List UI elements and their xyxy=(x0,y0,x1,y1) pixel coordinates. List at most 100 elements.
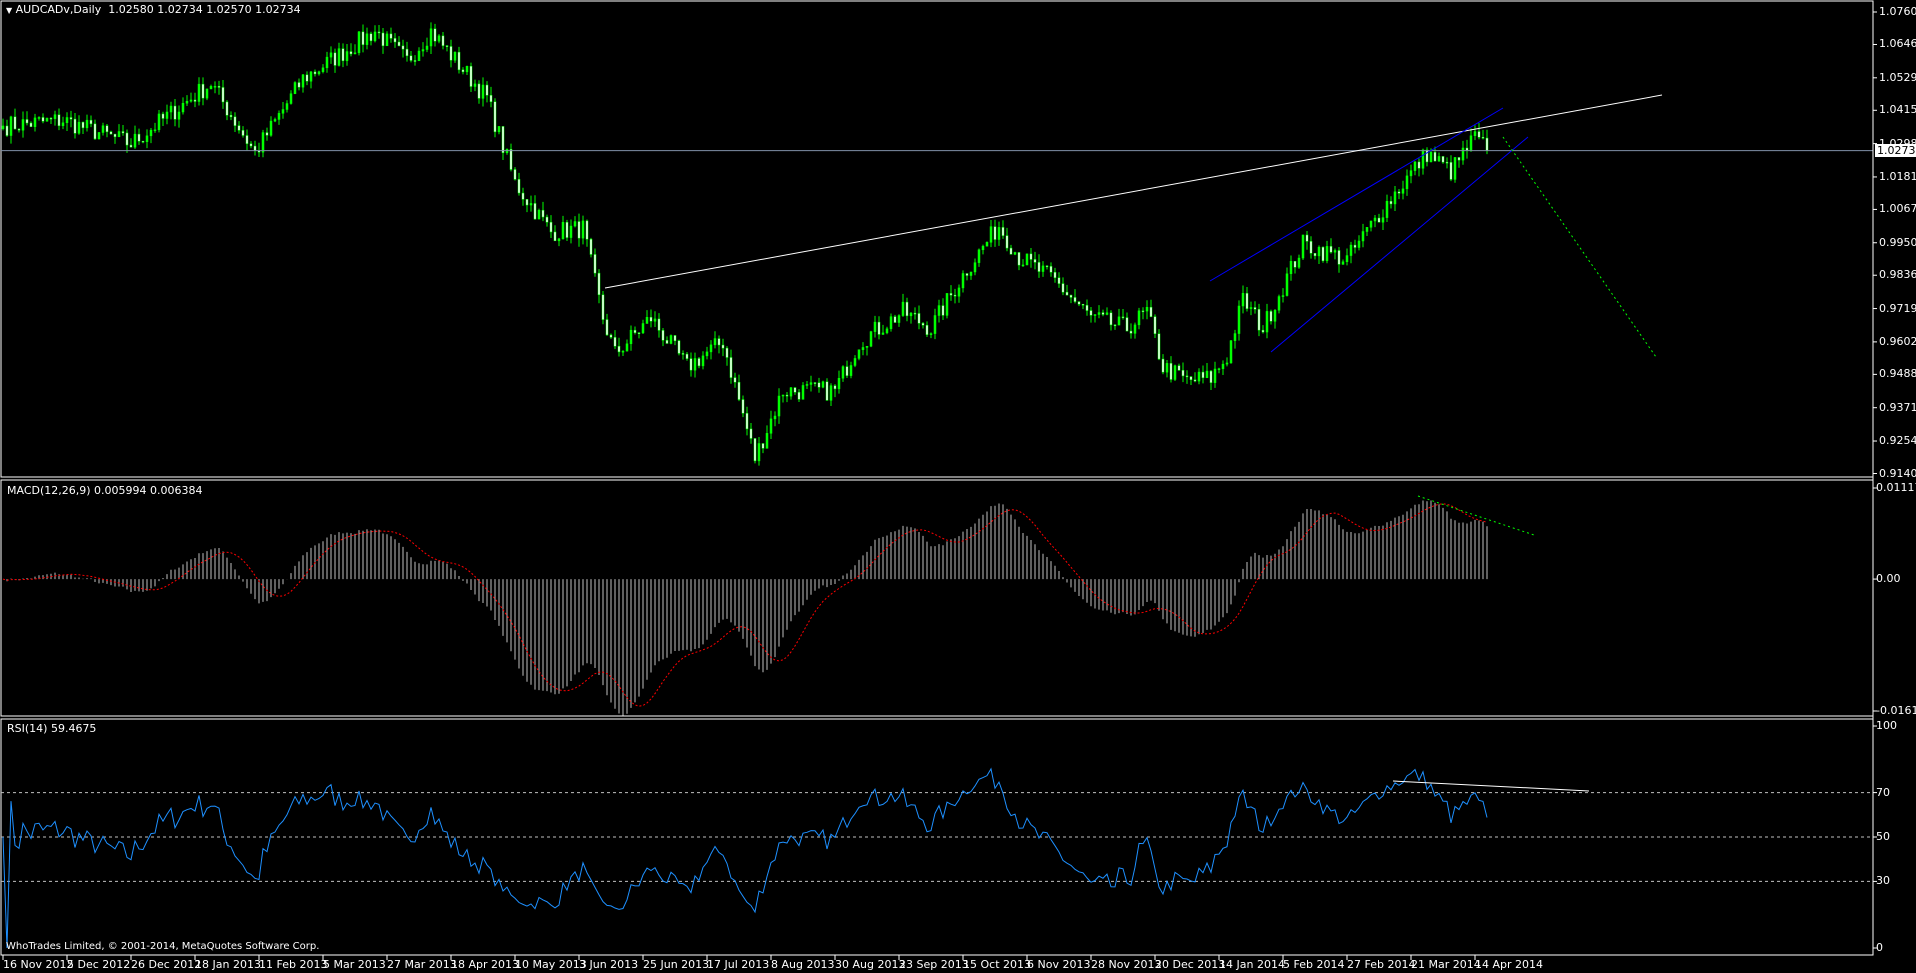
candle xyxy=(1137,310,1141,326)
candle xyxy=(941,305,945,316)
candle xyxy=(85,119,89,129)
candle xyxy=(393,38,397,43)
candle xyxy=(1313,253,1317,257)
candle xyxy=(921,323,925,326)
candle xyxy=(537,209,541,220)
candle xyxy=(49,117,53,120)
candle xyxy=(357,31,361,54)
candle xyxy=(437,35,441,42)
resistance-trendline[interactable] xyxy=(604,94,1663,289)
candle xyxy=(541,209,545,218)
candle xyxy=(681,353,685,355)
candle xyxy=(285,103,289,110)
candle xyxy=(1041,265,1045,272)
candle xyxy=(981,245,985,251)
candle xyxy=(65,117,69,124)
rsi-trendline[interactable] xyxy=(1392,780,1590,792)
candle xyxy=(457,51,461,71)
candle xyxy=(245,135,249,144)
candle xyxy=(597,272,601,296)
candle xyxy=(1337,250,1341,265)
candle xyxy=(513,169,517,180)
candle xyxy=(1157,333,1161,360)
candle xyxy=(777,395,781,417)
candle xyxy=(1233,333,1237,341)
candle xyxy=(97,132,101,140)
candle xyxy=(1077,301,1081,305)
candle xyxy=(197,83,201,102)
candle xyxy=(769,418,773,434)
candle xyxy=(957,287,961,297)
candle xyxy=(1297,257,1301,268)
candle xyxy=(1285,273,1289,296)
candle xyxy=(293,82,297,94)
projection-line[interactable] xyxy=(1502,136,1657,358)
price-tick-label: 1.01810 xyxy=(1879,169,1916,183)
candle xyxy=(425,45,429,50)
candle xyxy=(1089,310,1093,316)
candle xyxy=(129,144,133,148)
candle xyxy=(1429,152,1433,163)
candle xyxy=(961,273,965,289)
candle xyxy=(1349,244,1353,256)
candle xyxy=(713,338,717,346)
candle xyxy=(1205,370,1209,379)
candle xyxy=(601,294,605,320)
candle xyxy=(1281,295,1285,297)
time-tick-label: 18 Apr 2013 xyxy=(451,958,520,971)
rsi-tick-label: 100 xyxy=(1876,719,1897,732)
candle xyxy=(829,385,833,401)
candle xyxy=(169,105,173,113)
candle xyxy=(289,93,293,104)
candle xyxy=(333,52,337,66)
price-pane-border xyxy=(0,0,1874,478)
collapse-triangle-icon[interactable]: ▼ xyxy=(6,6,12,15)
candle xyxy=(1121,316,1125,319)
candle xyxy=(1461,147,1465,161)
candle xyxy=(1065,291,1069,296)
macd-title: MACD(12,26,9) 0.005994 0.006384 xyxy=(7,484,203,497)
candle xyxy=(841,366,845,379)
candle xyxy=(217,86,221,88)
time-tick-label: 21 Mar 2014 xyxy=(1411,958,1481,971)
candle xyxy=(993,226,997,240)
candle xyxy=(273,119,277,122)
candle xyxy=(1237,305,1241,334)
candle xyxy=(449,46,453,61)
candle xyxy=(569,225,573,238)
candle xyxy=(857,349,861,359)
candle xyxy=(493,101,497,133)
candle xyxy=(481,84,485,99)
candle xyxy=(341,48,345,62)
candle xyxy=(649,317,653,322)
candle xyxy=(553,231,557,242)
candle xyxy=(1385,201,1389,218)
price-tick-label: 0.93710 xyxy=(1879,400,1916,414)
candle xyxy=(1325,246,1329,262)
time-tick-label: 5 Mar 2013 xyxy=(323,958,386,971)
candle xyxy=(53,114,57,119)
macd-pane-border xyxy=(0,479,1874,717)
candle xyxy=(469,66,473,87)
candle xyxy=(409,55,413,61)
time-tick-label: 5 Dec 2012 xyxy=(67,958,131,971)
candle xyxy=(709,344,713,353)
candle xyxy=(1001,227,1005,236)
candle xyxy=(593,254,597,274)
chart-canvas[interactable] xyxy=(0,0,1916,973)
price-tick-label: 0.96020 xyxy=(1879,334,1916,348)
candle xyxy=(345,51,349,62)
candle xyxy=(41,117,45,122)
candle xyxy=(145,135,149,142)
candle xyxy=(1169,363,1173,380)
candle xyxy=(821,381,825,388)
candle xyxy=(1369,220,1373,228)
candle xyxy=(977,249,981,263)
candle xyxy=(1149,306,1153,317)
candle xyxy=(361,31,365,45)
candle xyxy=(1037,262,1041,272)
candle xyxy=(577,221,581,239)
candle xyxy=(157,113,161,131)
candle xyxy=(801,385,805,400)
candle xyxy=(465,66,469,73)
